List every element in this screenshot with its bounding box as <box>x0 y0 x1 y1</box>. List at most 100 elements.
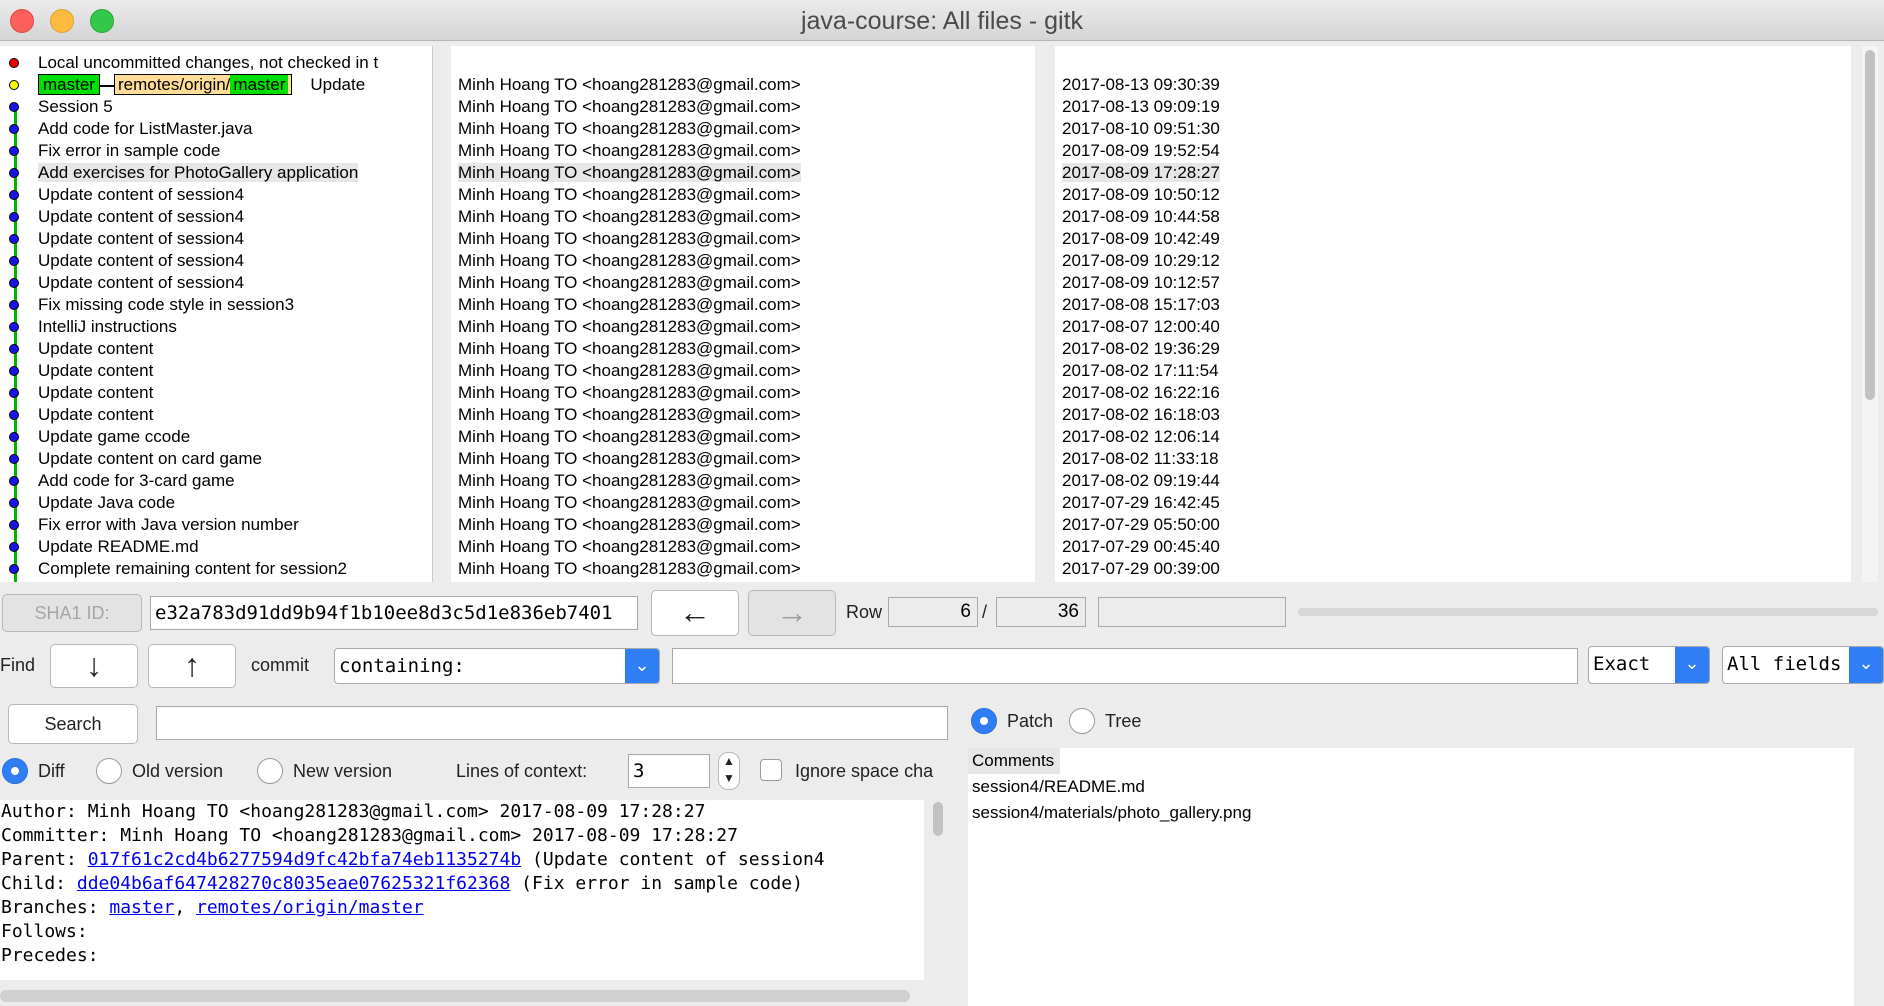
date-row[interactable]: 2017-08-02 19:36:29 <box>1055 338 1851 360</box>
date-row[interactable]: 2017-08-13 09:30:39 <box>1055 74 1851 96</box>
ref-tag-remote[interactable]: remotes/origin/master <box>113 74 293 95</box>
commit-row[interactable]: Session 5 <box>0 96 432 118</box>
author-row[interactable]: Minh Hoang TO <hoang281283@gmail.com> <box>451 360 1035 382</box>
search-button[interactable]: Search <box>8 704 138 744</box>
commit-row[interactable]: Local uncommitted changes, not checked i… <box>0 52 432 74</box>
date-row[interactable]: 2017-08-10 09:51:30 <box>1055 118 1851 140</box>
date-row[interactable]: 2017-08-09 10:12:57 <box>1055 272 1851 294</box>
commit-row[interactable]: master remotes/origin/master Update <box>0 74 432 96</box>
scroll-thumb[interactable] <box>933 802 943 836</box>
commit-graph-pane[interactable]: Local uncommitted changes, not checked i… <box>0 46 433 582</box>
author-row[interactable]: Minh Hoang TO <hoang281283@gmail.com> <box>451 448 1035 470</box>
tree-label[interactable]: Tree <box>1105 711 1141 732</box>
patch-label[interactable]: Patch <box>1007 711 1053 732</box>
author-row[interactable]: Minh Hoang TO <hoang281283@gmail.com> <box>451 272 1035 294</box>
commit-row[interactable]: Update content <box>0 338 432 360</box>
author-row[interactable]: Minh Hoang TO <hoang281283@gmail.com> <box>451 74 1035 96</box>
author-row[interactable]: Minh Hoang TO <hoang281283@gmail.com> <box>451 316 1035 338</box>
date-row[interactable]: 2017-08-09 10:44:58 <box>1055 206 1851 228</box>
commit-row[interactable]: Update content of session4 <box>0 206 432 228</box>
horizontal-slider[interactable] <box>1298 608 1878 616</box>
back-button[interactable]: ← <box>651 590 739 636</box>
date-pane[interactable]: 2017-08-13 09:30:39 2017-08-13 09:09:19 20… <box>1055 46 1851 582</box>
commit-details[interactable]: Author: Minh Hoang TO <hoang281283@gmail… <box>0 800 924 980</box>
find-previous-button[interactable]: ↑ <box>148 644 236 688</box>
date-row[interactable]: 2017-07-29 16:42:45 <box>1055 492 1851 514</box>
commit-row[interactable]: Update content of session4 <box>0 228 432 250</box>
commit-row[interactable]: Update content of session4 <box>0 250 432 272</box>
find-next-button[interactable]: ↓ <box>50 644 138 688</box>
date-row[interactable]: 2017-08-09 17:28:27 <box>1055 162 1851 184</box>
author-pane[interactable]: Minh Hoang TO <hoang281283@gmail.com> Min… <box>451 46 1035 582</box>
sha1-id-button[interactable]: SHA1 ID: <box>2 594 142 632</box>
commit-row[interactable]: Update content <box>0 360 432 382</box>
commit-row[interactable]: Update Java code <box>0 492 432 514</box>
details-horizontal-scrollbar[interactable] <box>0 990 910 1002</box>
author-row[interactable]: Minh Hoang TO <hoang281283@gmail.com> <box>451 514 1035 536</box>
date-row[interactable]: 2017-07-29 00:39:00 <box>1055 558 1851 580</box>
date-row[interactable]: 2017-07-29 00:45:40 <box>1055 536 1851 558</box>
ignore-space-checkbox[interactable] <box>760 759 782 781</box>
lines-of-context-input[interactable]: 3 <box>628 754 710 788</box>
commit-row[interactable]: Update content of session4 <box>0 184 432 206</box>
commit-row[interactable]: Add code for 3-card game <box>0 470 432 492</box>
ignore-space-label[interactable]: Ignore space cha <box>795 761 933 782</box>
file-item[interactable]: session4/README.md <box>968 774 1854 800</box>
diff-label[interactable]: Diff <box>38 761 65 782</box>
patch-radio[interactable] <box>971 708 997 734</box>
date-row[interactable]: 2017-08-02 16:22:16 <box>1055 382 1851 404</box>
date-row[interactable]: 2017-08-02 09:19:44 <box>1055 470 1851 492</box>
commit-row[interactable]: Update content on card game <box>0 448 432 470</box>
sha1-id-field[interactable]: e32a783d91dd9b94f1b10ee8d3c5d1e836eb7401 <box>150 596 638 630</box>
author-row[interactable]: Minh Hoang TO <hoang281283@gmail.com> <box>451 294 1035 316</box>
ref-tag-local[interactable]: master <box>38 74 100 95</box>
new-version-radio[interactable] <box>257 758 283 784</box>
diff-radio[interactable] <box>2 758 28 784</box>
commit-row[interactable]: Fix error in sample code <box>0 140 432 162</box>
date-row[interactable]: 2017-08-09 19:52:54 <box>1055 140 1851 162</box>
date-row[interactable]: 2017-07-29 05:50:00 <box>1055 514 1851 536</box>
fields-select[interactable]: All fields ⌄ <box>1722 646 1884 684</box>
date-row[interactable]: 2017-08-09 10:42:49 <box>1055 228 1851 250</box>
author-row[interactable]: Minh Hoang TO <hoang281283@gmail.com> <box>451 470 1035 492</box>
author-row[interactable]: Minh Hoang TO <hoang281283@gmail.com> <box>451 118 1035 140</box>
commit-row[interactable]: Update content <box>0 382 432 404</box>
author-row[interactable]: Minh Hoang TO <hoang281283@gmail.com> <box>451 404 1035 426</box>
forward-button[interactable]: → <box>748 590 836 636</box>
commit-row[interactable]: Fix missing code style in session3 <box>0 294 432 316</box>
branch-remote-link[interactable]: remotes/origin/master <box>196 897 424 918</box>
author-row[interactable]: Minh Hoang TO <hoang281283@gmail.com> <box>451 184 1035 206</box>
find-mode-select[interactable]: containing: ⌄ <box>334 648 660 684</box>
commit-row[interactable]: Update game ccode <box>0 426 432 448</box>
commit-row[interactable]: Update content <box>0 404 432 426</box>
new-version-label[interactable]: New version <box>293 761 392 782</box>
old-version-radio[interactable] <box>96 758 122 784</box>
commit-row[interactable]: Update README.md <box>0 536 432 558</box>
date-row[interactable]: 2017-08-13 09:09:19 <box>1055 96 1851 118</box>
match-type-select[interactable]: Exact ⌄ <box>1588 646 1710 684</box>
commit-row[interactable]: Complete remaining content for session2 <box>0 558 432 580</box>
old-version-label[interactable]: Old version <box>132 761 223 782</box>
child-sha-link[interactable]: dde04b6af647428270c8035eae07625321f62368 <box>77 873 510 894</box>
date-row[interactable]: 2017-08-07 12:00:40 <box>1055 316 1851 338</box>
author-row[interactable]: Minh Hoang TO <hoang281283@gmail.com> <box>451 140 1035 162</box>
scroll-thumb[interactable] <box>1865 50 1875 400</box>
comments-entry[interactable]: Comments <box>968 748 1061 774</box>
file-item[interactable]: session4/materials/photo_gallery.png <box>968 800 1854 826</box>
date-row[interactable]: 2017-08-09 10:50:12 <box>1055 184 1851 206</box>
date-row[interactable]: 2017-08-02 11:33:18 <box>1055 448 1851 470</box>
branch-master-link[interactable]: master <box>109 897 174 918</box>
tree-radio[interactable] <box>1069 708 1095 734</box>
commit-row[interactable]: Add code for ListMaster.java <box>0 118 432 140</box>
date-row[interactable]: 2017-08-02 17:11:54 <box>1055 360 1851 382</box>
author-row[interactable]: Minh Hoang TO <hoang281283@gmail.com> <box>451 96 1035 118</box>
file-list[interactable]: Comments session4/README.md session4/mat… <box>968 748 1854 1006</box>
date-row[interactable]: 2017-08-02 12:06:14 <box>1055 426 1851 448</box>
author-row[interactable]: Minh Hoang TO <hoang281283@gmail.com> <box>451 162 1035 184</box>
author-row[interactable]: Minh Hoang TO <hoang281283@gmail.com> <box>451 492 1035 514</box>
commit-list-scrollbar[interactable] <box>1862 46 1878 582</box>
date-row[interactable]: 2017-08-09 10:29:12 <box>1055 250 1851 272</box>
author-row[interactable]: Minh Hoang TO <hoang281283@gmail.com> <box>451 228 1035 250</box>
search-input[interactable] <box>156 706 948 740</box>
date-row[interactable]: 2017-08-08 15:17:03 <box>1055 294 1851 316</box>
